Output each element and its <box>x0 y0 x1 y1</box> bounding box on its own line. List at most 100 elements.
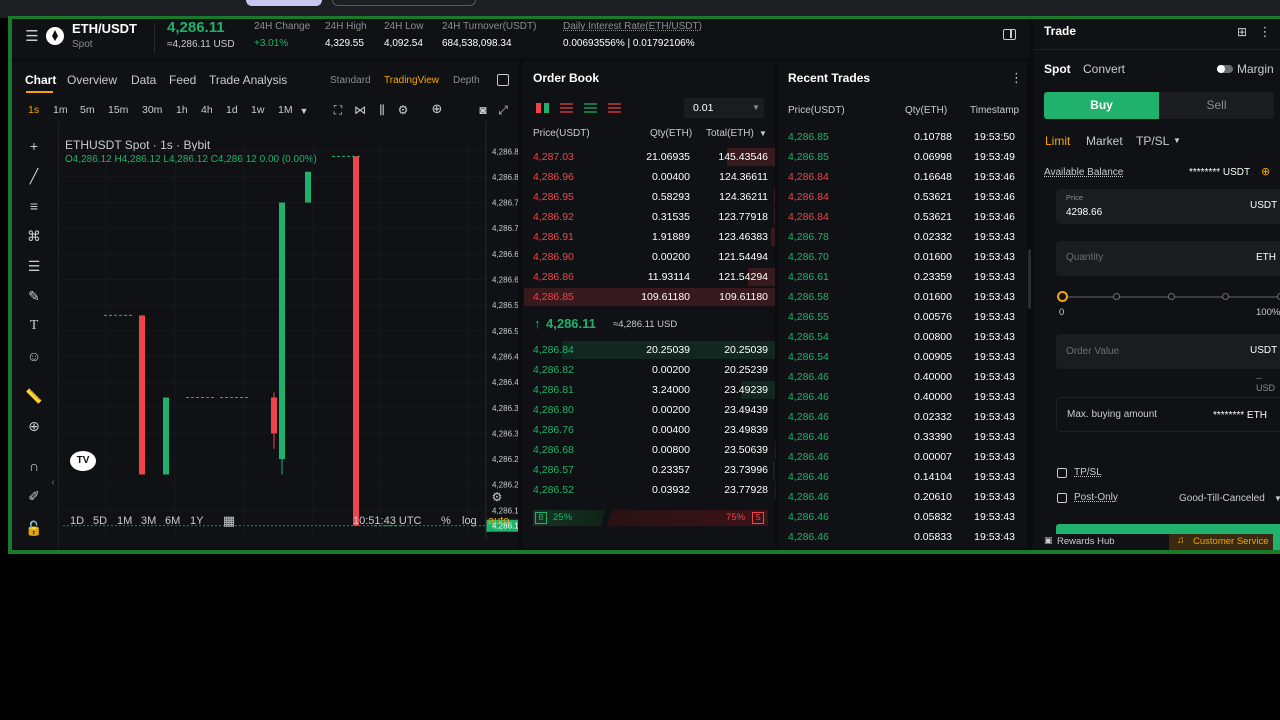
price-input[interactable]: Price 4298.66 USDT <box>1056 189 1280 224</box>
order-type-chevron-icon[interactable]: ▼ <box>1173 136 1181 145</box>
zoom-in-icon[interactable]: ⊕ <box>25 418 43 434</box>
qty-slider-mark-75[interactable] <box>1222 293 1229 300</box>
pencil-lock-icon[interactable]: ✐ <box>25 488 43 504</box>
bid-row[interactable]: 4,286.84 20.25039 20.25039 <box>523 340 775 360</box>
interval-1d[interactable]: 1d <box>226 104 238 116</box>
expand-chart-icon[interactable]: ⤢ <box>495 102 511 118</box>
range-1M[interactable]: 1M <box>117 515 132 527</box>
menu-icon[interactable]: ☰ <box>24 29 40 45</box>
calendar-icon[interactable]: ▦ <box>221 513 237 529</box>
trade-more-icon[interactable]: ⋮ <box>1258 24 1272 40</box>
order-value-input[interactable]: Order Value USDT <box>1056 334 1280 369</box>
add-indicator-icon[interactable]: ⊕ <box>429 101 445 117</box>
emoji-icon[interactable]: ☺ <box>25 348 43 364</box>
view-bids-icon[interactable] <box>584 103 597 113</box>
tab-overview[interactable]: Overview <box>67 73 117 87</box>
indicator-icon[interactable]: ⛶ <box>330 102 346 118</box>
qty-slider-mark-50[interactable] <box>1168 293 1175 300</box>
browser-tab-pill[interactable] <box>246 0 322 6</box>
pair-name[interactable]: ETH/USDT <box>72 21 137 36</box>
browser-tab-outline[interactable] <box>332 0 476 6</box>
brush-icon[interactable]: ✎ <box>25 288 43 304</box>
stat-interest-label[interactable]: Daily Interest Rate(ETH/USDT) <box>563 21 702 32</box>
buy-tab-button[interactable]: Buy <box>1044 92 1159 119</box>
deposit-plus-icon[interactable]: ⊕ <box>1261 165 1270 178</box>
percent-scale-toggle[interactable]: % <box>441 515 451 527</box>
range-5D[interactable]: 5D <box>93 515 107 527</box>
view-both-icon[interactable] <box>536 103 549 113</box>
interval-1w[interactable]: 1w <box>251 104 264 116</box>
text-tool-icon[interactable]: T <box>25 318 43 334</box>
bid-row[interactable]: 4,286.52 0.03932 23.77928 <box>523 480 775 500</box>
horizontal-lines-icon[interactable]: ≡ <box>25 198 43 214</box>
ask-row[interactable]: 4,286.95 0.58293 124.36211 <box>523 187 775 207</box>
trades-scrollbar[interactable] <box>1028 249 1031 309</box>
scroll-left-icon[interactable]: ‹ <box>48 475 58 491</box>
tab-spot[interactable]: Spot <box>1044 62 1071 76</box>
interval-30m[interactable]: 30m <box>142 104 162 116</box>
qty-slider-handle[interactable] <box>1057 291 1068 302</box>
margin-toggle[interactable] <box>1217 65 1233 73</box>
fullscreen-icon[interactable] <box>497 74 509 86</box>
log-scale-toggle[interactable]: log <box>462 515 477 527</box>
interval-4h[interactable]: 4h <box>201 104 213 116</box>
more-options-icon[interactable]: ⋮ <box>1010 70 1023 86</box>
trend-line-icon[interactable]: ╱ <box>25 168 43 184</box>
tab-feed[interactable]: Feed <box>169 73 196 87</box>
auto-scale-toggle[interactable]: auto <box>488 515 509 527</box>
candlestick-chart[interactable]: 4,286.85 4,286.80 4,286.75 4,286.70 4,286.65… <box>58 121 518 550</box>
quantity-input[interactable]: Quantity ETH <box>1056 241 1280 276</box>
interval-1m[interactable]: 1m <box>53 104 68 116</box>
chart-settings-icon[interactable]: ⚙ <box>490 489 504 505</box>
interval-1M[interactable]: 1M <box>278 104 293 116</box>
bid-row[interactable]: 4,286.57 0.23357 23.73996 <box>523 460 775 480</box>
view-asks-icon[interactable] <box>560 103 573 113</box>
time-in-force-select[interactable]: Good-Till-Canceled <box>1179 493 1265 504</box>
rewards-hub-link[interactable]: Rewards Hub <box>1057 536 1115 547</box>
magnet-icon[interactable]: ∩ <box>25 458 43 474</box>
tradingview-logo[interactable]: TV <box>70 451 96 471</box>
post-only-checkbox[interactable] <box>1057 493 1067 503</box>
ask-row[interactable]: 4,286.92 0.31535 123.77918 <box>523 207 775 227</box>
ask-row[interactable]: 4,287.03 21.06935 145.43546 <box>523 147 775 167</box>
interval-dropdown-icon[interactable]: ▼ <box>298 103 310 119</box>
sell-tab-button[interactable]: Sell <box>1159 92 1274 119</box>
camera-icon[interactable]: ◙ <box>475 102 491 118</box>
bid-row[interactable]: 4,286.76 0.00400 23.49839 <box>523 420 775 440</box>
tpsl-checkbox[interactable] <box>1057 468 1067 478</box>
total-sort-icon[interactable]: ▼ <box>759 129 767 138</box>
order-type-tpsl[interactable]: TP/SL <box>1136 134 1169 148</box>
lock-icon[interactable]: 🔓 <box>25 520 43 536</box>
range-1D[interactable]: 1D <box>70 515 84 527</box>
ruler-icon[interactable]: 📏 <box>25 388 43 404</box>
interval-1s[interactable]: 1s <box>28 104 39 116</box>
tab-chart[interactable]: Chart <box>25 73 56 87</box>
ob-header-total[interactable]: Total(ETH) <box>706 128 754 139</box>
bid-row[interactable]: 4,286.82 0.00200 20.25239 <box>523 360 775 380</box>
order-type-limit[interactable]: Limit <box>1045 134 1070 148</box>
ask-row[interactable]: 4,286.91 1.91889 123.46383 <box>523 227 775 247</box>
tick-size-select[interactable]: 0.01 ▼ <box>684 98 764 118</box>
settings-gear-icon[interactable]: ⚙ <box>395 102 411 118</box>
ask-row[interactable]: 4,286.96 0.00400 124.36611 <box>523 167 775 187</box>
view-alt-icon[interactable] <box>608 103 621 113</box>
view-tradingview[interactable]: TradingView <box>384 75 439 86</box>
calculator-icon[interactable]: ⊞ <box>1235 24 1249 40</box>
crosshair-icon[interactable]: + <box>25 138 43 154</box>
ask-row[interactable]: 4,286.86 11.93114 121.54294 <box>523 267 775 287</box>
chart-clock[interactable]: 10:51:43 UTC <box>353 515 421 527</box>
layout-toggle-icon[interactable] <box>1003 29 1016 40</box>
interval-5m[interactable]: 5m <box>80 104 95 116</box>
ask-row[interactable]: 4,286.90 0.00200 121.54494 <box>523 247 775 267</box>
interval-1h[interactable]: 1h <box>176 104 188 116</box>
range-3M[interactable]: 3M <box>141 515 156 527</box>
bid-row[interactable]: 4,286.81 3.24000 23.49239 <box>523 380 775 400</box>
candle-type-icon[interactable]: ⫼ <box>374 102 390 118</box>
range-1Y[interactable]: 1Y <box>190 515 203 527</box>
pattern-icon[interactable]: ⌘ <box>25 228 43 244</box>
order-type-market[interactable]: Market <box>1086 134 1123 148</box>
tab-convert[interactable]: Convert <box>1083 62 1125 76</box>
tif-chevron-icon[interactable]: ▼ <box>1274 494 1280 503</box>
fib-icon[interactable]: ☰ <box>25 258 43 274</box>
tab-trade-analysis[interactable]: Trade Analysis <box>209 73 287 87</box>
